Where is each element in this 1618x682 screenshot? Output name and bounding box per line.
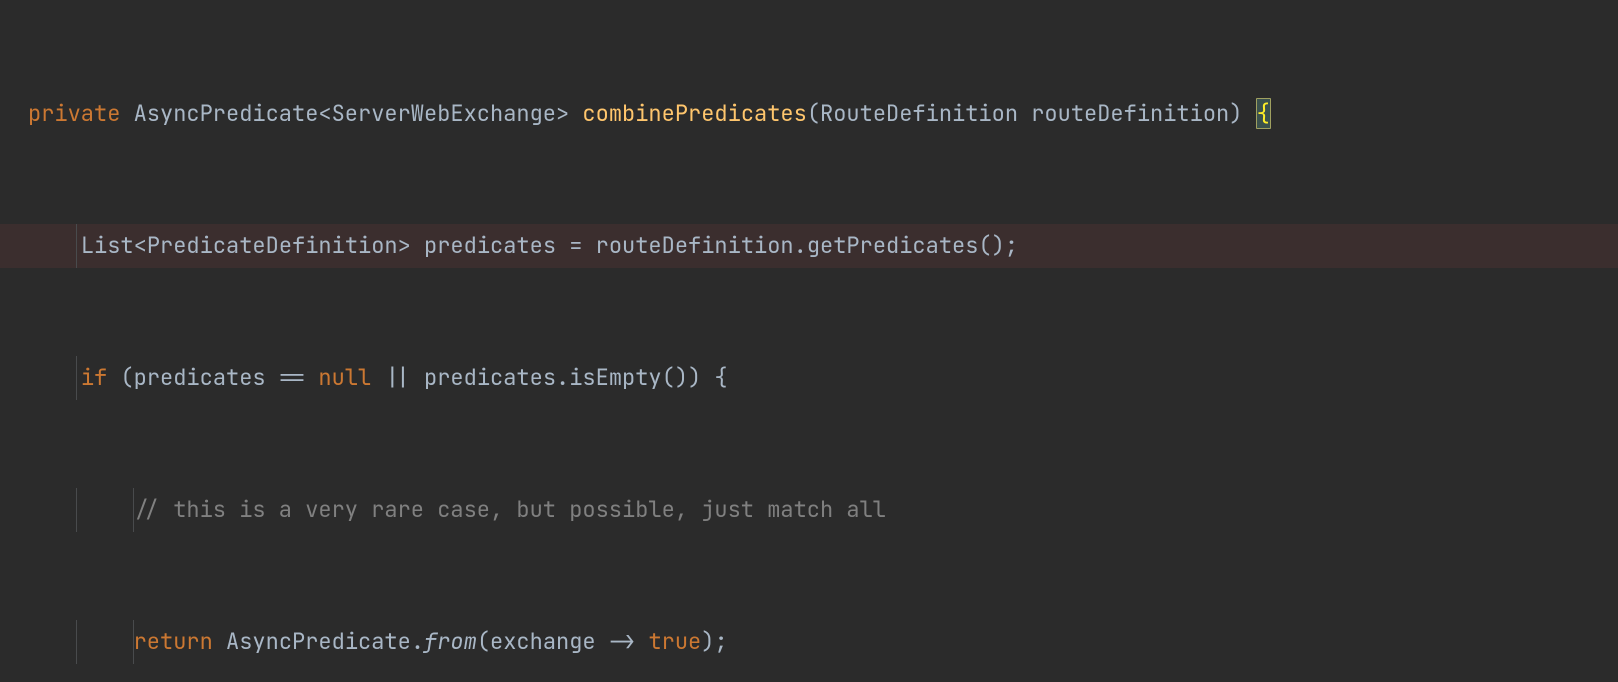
code-text: AsyncPredicate<ServerWebExchange> — [134, 99, 570, 128]
code-line[interactable]: private AsyncPredicate<ServerWebExchange… — [0, 92, 1618, 136]
code-editor[interactable]: private AsyncPredicate<ServerWebExchange… — [0, 0, 1618, 682]
indent-guide — [133, 620, 134, 664]
method-from: from — [424, 627, 477, 656]
keyword-if: if — [81, 363, 107, 392]
code-text: (predicates == — [107, 363, 318, 392]
code-line[interactable]: return AsyncPredicate.from(exchange -> t… — [0, 620, 1618, 664]
indent-guide — [133, 488, 134, 532]
keyword-null: null — [318, 363, 371, 392]
code-text — [28, 627, 134, 656]
method-name: combinePredicates — [582, 99, 806, 128]
code-text — [28, 363, 81, 392]
code-text: || predicates.isEmpty()) { — [371, 363, 727, 392]
code-text — [569, 99, 582, 128]
comment: // this is a very rare case, but possibl… — [134, 495, 886, 524]
keyword-true: true — [648, 627, 701, 656]
indent-guide — [76, 356, 77, 400]
code-line-highlighted[interactable]: List<PredicateDefinition> predicates = r… — [0, 224, 1618, 268]
indent-guide — [76, 620, 77, 664]
code-text: (exchange -> — [477, 627, 649, 656]
keyword-private: private — [28, 99, 120, 128]
indent-guide — [76, 224, 77, 268]
code-text: List<PredicateDefinition> predicates = r… — [81, 231, 1018, 260]
code-text: (RouteDefinition routeDefinition) — [807, 99, 1256, 128]
brace-open-match: { — [1256, 98, 1271, 129]
indent-guide — [76, 488, 77, 532]
code-text: AsyncPredicate. — [213, 627, 424, 656]
code-text — [28, 495, 134, 524]
code-line[interactable]: if (predicates == null || predicates.isE… — [0, 356, 1618, 400]
code-text — [120, 99, 133, 128]
code-text: ); — [701, 627, 727, 656]
code-line[interactable]: // this is a very rare case, but possibl… — [0, 488, 1618, 532]
keyword-return: return — [134, 627, 213, 656]
code-text — [28, 231, 81, 260]
